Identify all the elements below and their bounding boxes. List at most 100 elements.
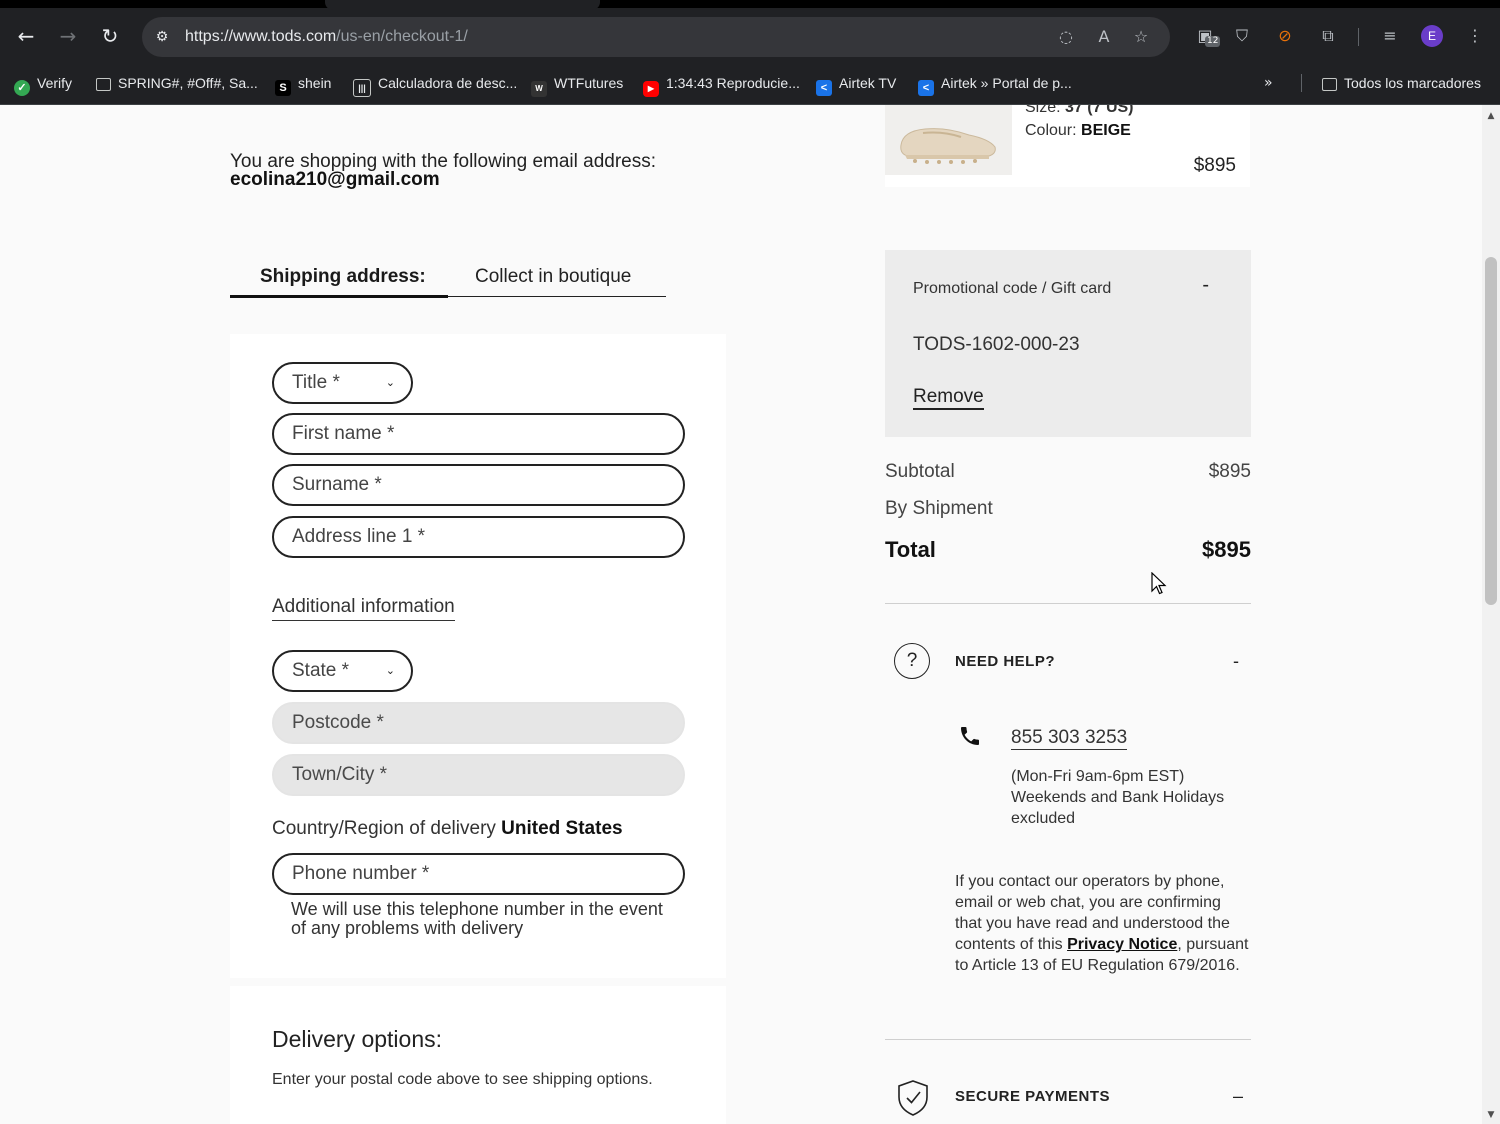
bookmark-label: Todos los marcadores <box>1344 75 1481 91</box>
summary-divider <box>885 603 1251 604</box>
promo-collapse-toggle[interactable]: - <box>1202 274 1209 297</box>
bookmark-shein[interactable]: Sshein <box>275 72 332 96</box>
cart-product: Size: 37 (7 US) Colour: BEIGE $895 <box>885 105 1250 187</box>
shipping-form: Title * ⌄ First name * Surname * Address … <box>230 334 726 978</box>
title-select[interactable]: Title * ⌄ <box>272 362 413 404</box>
delivery-options-note: Enter your postal code above to see ship… <box>272 1071 653 1088</box>
wtfutures-icon: W <box>531 81 547 97</box>
loafer-shoe-image <box>885 105 1012 175</box>
url-text[interactable]: https://www.tods.com/us-en/checkout-1/ <box>185 28 468 46</box>
size-value: 37 (7 US) <box>1065 105 1134 116</box>
remove-promo-button[interactable]: Remove <box>913 386 984 410</box>
translate-icon[interactable]: A <box>1093 26 1115 48</box>
state-select[interactable]: State * ⌄ <box>272 650 413 692</box>
need-help-title[interactable]: NEED HELP? <box>955 653 1055 670</box>
first-name-input[interactable]: First name * <box>272 413 685 455</box>
page-scrollbar[interactable]: ▲ ▼ <box>1482 105 1500 1124</box>
tab-strip <box>0 0 1500 8</box>
bookmark-airtek-tv[interactable]: < Airtek TV <box>816 72 897 96</box>
extension-shield-icon[interactable]: ⛉ <box>1230 24 1254 48</box>
surname-input[interactable]: Surname * <box>272 464 685 506</box>
tracking-protection-icon[interactable]: ◌ <box>1055 26 1077 48</box>
bookmark-star-icon[interactable]: ☆ <box>1130 26 1152 48</box>
scrollbar-thumb[interactable] <box>1485 257 1497 605</box>
chevron-down-icon: ⌄ <box>385 376 395 389</box>
subtotal-row: Subtotal $895 <box>885 461 1251 483</box>
airtek-icon: < <box>816 80 832 96</box>
verify-icon: ✓ <box>14 80 30 96</box>
shein-icon: S <box>275 80 291 96</box>
size-label: Size: <box>1025 105 1061 116</box>
promo-code-panel: Promotional code / Gift card - TODS-1602… <box>885 250 1251 437</box>
privacy-notice-link[interactable]: Privacy Notice <box>1067 936 1177 953</box>
media-control-icon[interactable]: ≡ <box>1378 24 1402 48</box>
total-row: Total $895 <box>885 537 1251 563</box>
youtube-icon: ▶ <box>643 81 659 97</box>
all-bookmarks-folder[interactable]: Todos los marcadores <box>1322 72 1481 94</box>
state-select-label: State * <box>292 660 350 681</box>
additional-information-link[interactable]: Additional information <box>272 596 455 621</box>
bookmark-label: Verify <box>37 75 73 91</box>
bookmark-label: Airtek TV <box>839 75 897 91</box>
total-value: $895 <box>1202 537 1251 562</box>
extension-calendar-icon[interactable]: ▣ 12 <box>1193 24 1221 48</box>
shipment-row: By Shipment <box>885 498 1251 520</box>
bookmark-youtube[interactable]: ▶ 1:34:43 Reproducie... <box>643 72 800 97</box>
tab-shipping-address[interactable]: Shipping address: <box>260 266 426 288</box>
menu-kebab-icon[interactable]: ⋮ <box>1463 24 1487 48</box>
bookmark-wtfutures[interactable]: W WTFutures <box>531 72 624 97</box>
bookmarks-bar: ✓ Verify SPRING#, #Off#, Sa... Sshein |||… <box>0 62 1500 105</box>
help-hours: (Mon-Fri 9am-6pm EST) Weekends and Bank … <box>1011 768 1225 827</box>
bookmark-label: shein <box>298 75 332 91</box>
country-value: United States <box>501 818 623 839</box>
subtotal-value: $895 <box>1208 461 1251 482</box>
bookmarks-overflow-icon[interactable]: » <box>1264 72 1273 94</box>
postcode-input[interactable]: Postcode * <box>272 702 685 744</box>
reload-icon[interactable]: ↻ <box>96 22 124 50</box>
folder-icon <box>1322 78 1337 91</box>
total-label: Total <box>885 537 936 562</box>
url-path: /us-en/checkout-1/ <box>336 28 468 45</box>
extension-block-icon[interactable]: ⊘ <box>1273 24 1297 48</box>
secure-payments-toggle[interactable]: – <box>1233 1086 1243 1107</box>
shipment-label: By Shipment <box>885 498 993 519</box>
delivery-options-section: Delivery options: Enter your postal code… <box>230 986 726 1124</box>
phone-number-input[interactable]: Phone number * <box>272 853 685 895</box>
chevron-down-icon: ⌄ <box>385 664 395 677</box>
product-image[interactable] <box>885 105 1012 175</box>
town-city-input[interactable]: Town/City * <box>272 754 685 796</box>
folder-icon <box>96 78 111 91</box>
bookmark-spring-folder[interactable]: SPRING#, #Off#, Sa... <box>96 72 258 94</box>
bookmark-calculadora[interactable]: ||| Calculadora de desc... <box>353 72 518 97</box>
calculator-icon: ||| <box>353 79 371 97</box>
active-tab-underline <box>230 295 448 298</box>
bookmark-label: Airtek » Portal de p... <box>941 75 1072 91</box>
secure-payments-title[interactable]: SECURE PAYMENTS <box>955 1088 1110 1105</box>
forward-icon[interactable]: → <box>54 22 82 50</box>
scroll-down-icon[interactable]: ▼ <box>1486 1110 1496 1120</box>
address-bar[interactable]: ⚙ https://www.tods.com/us-en/checkout-1/… <box>142 17 1170 57</box>
extensions-puzzle-icon[interactable]: ⧉ <box>1316 24 1340 48</box>
help-phone-number[interactable]: 855 303 3253 <box>1011 727 1128 750</box>
promo-title: Promotional code / Gift card <box>913 280 1112 297</box>
phone-note: We will use this telephone number in the… <box>291 899 663 938</box>
title-select-label: Title * <box>292 372 340 393</box>
site-settings-icon[interactable]: ⚙ <box>152 27 172 47</box>
shield-check-icon <box>898 1080 928 1116</box>
back-icon[interactable]: ← <box>12 22 40 50</box>
scroll-up-icon[interactable]: ▲ <box>1486 111 1496 121</box>
bookmark-label: Calculadora de desc... <box>378 75 518 91</box>
checkout-page: You are shopping with the following emai… <box>0 105 1482 1124</box>
bookmark-airtek-portal[interactable]: < Airtek » Portal de p... <box>918 72 1072 96</box>
profile-avatar[interactable]: E <box>1421 25 1443 47</box>
active-tab[interactable] <box>325 0 600 10</box>
shopping-email: ecolina210@gmail.com <box>230 169 440 190</box>
address-line1-input[interactable]: Address line 1 * <box>272 516 685 558</box>
bookmark-label: 1:34:43 Reproducie... <box>666 75 800 91</box>
country-of-delivery: Country/Region of delivery United States <box>272 818 623 840</box>
colour-value: BEIGE <box>1081 122 1131 139</box>
bookmark-label: WTFutures <box>554 75 624 91</box>
need-help-toggle[interactable]: - <box>1233 651 1239 672</box>
tab-collect-in-boutique[interactable]: Collect in boutique <box>475 266 631 288</box>
bookmark-verify[interactable]: ✓ Verify <box>14 72 73 96</box>
